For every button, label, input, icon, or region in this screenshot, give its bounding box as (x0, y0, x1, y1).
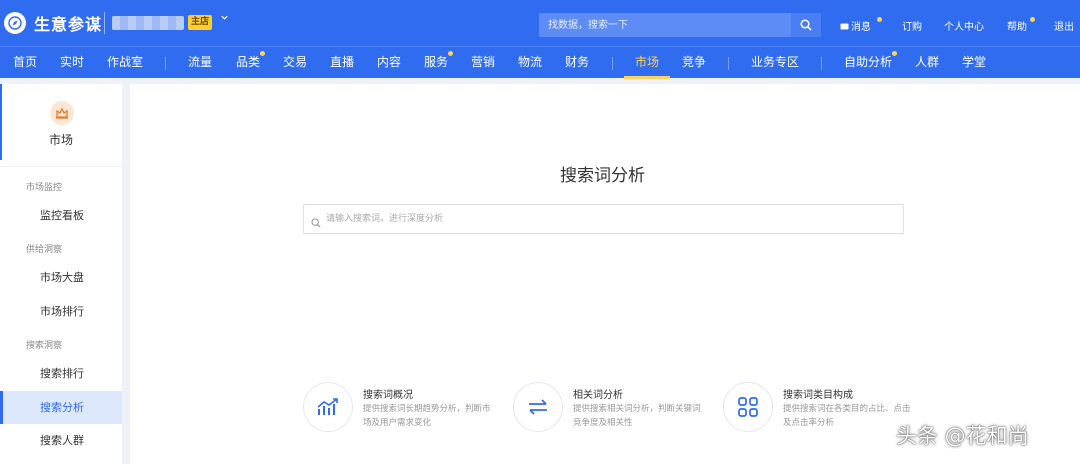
nav-divider (165, 57, 166, 70)
sidebar-accent (0, 84, 2, 160)
nav-item-home[interactable]: 首页 (13, 53, 37, 70)
nav-item-trade[interactable]: 交易 (283, 53, 307, 70)
feature-title: 搜索词类目构成 (783, 390, 853, 401)
nav-item-competition[interactable]: 竞争 (682, 53, 706, 70)
sidebar-item-market-ranking[interactable]: 市场排行 (0, 295, 122, 328)
watermark: 头条 @花和尚 (896, 424, 1029, 448)
app-logo[interactable]: 生意参谋 (4, 11, 102, 35)
feature-search-overview[interactable]: 搜索词概况 提供搜索词长期趋势分析，判断市场及用户需求变化 (303, 382, 513, 442)
nav-item-market[interactable]: 市场 (635, 53, 659, 70)
sidebar-group-supply-insight: 供给洞察 (26, 245, 63, 255)
app-title: 生意参谋 (34, 15, 103, 34)
nav-item-marketing[interactable]: 营销 (471, 53, 495, 70)
feature-title: 相关词分析 (573, 390, 623, 401)
keyword-search-input[interactable] (326, 205, 896, 233)
nav-item-traffic[interactable]: 流量 (188, 53, 212, 70)
sidebar-title: 市场 (48, 133, 73, 147)
nav-item-finance[interactable]: 财务 (565, 53, 589, 70)
sidebar-group-search-insight: 搜索洞察 (26, 341, 63, 351)
nav-item-service[interactable]: 服务 (424, 53, 448, 70)
sidebar: 市场 市场监控 监控看板 供给洞察 市场大盘 市场排行 搜索洞察 搜索排行 搜索… (0, 84, 122, 464)
sidebar-item-market-overview[interactable]: 市场大盘 (0, 261, 122, 294)
trend-chart-icon (303, 382, 353, 432)
keyword-search (303, 204, 904, 234)
nav-item-logistics[interactable]: 物流 (518, 53, 542, 70)
global-search-input[interactable] (539, 13, 791, 37)
sidebar-item-search-analysis[interactable]: 搜索分析 (0, 391, 122, 424)
grid-icon (723, 382, 773, 432)
main-nav: 首页 实时 作战室 流量 品类 交易 直播 内容 服务 营销 物流 财务 市场 … (0, 46, 1080, 79)
nav-active-indicator (624, 76, 670, 79)
nav-item-war-room[interactable]: 作战室 (107, 53, 143, 70)
title-divider (104, 12, 105, 34)
top-link-messages[interactable]: 消息 (840, 18, 871, 33)
swap-arrows-icon (513, 382, 563, 432)
shop-name-redacted[interactable] (112, 16, 184, 30)
nav-item-live[interactable]: 直播 (330, 53, 354, 70)
top-bar: 生意参谋 主店 消息 订购 个人中心 帮助 退出 (0, 0, 1080, 46)
nav-item-category[interactable]: 品类 (236, 53, 260, 70)
sidebar-item-search-crowd[interactable]: 搜索人群 (0, 424, 122, 457)
nav-item-business-zone[interactable]: 业务专区 (751, 53, 799, 70)
sidebar-group-market-monitor: 市场监控 (26, 183, 63, 193)
self-analysis-dot (892, 51, 897, 56)
top-link-logout[interactable]: 退出 (1054, 18, 1074, 33)
global-search-button[interactable] (791, 13, 821, 37)
feature-title: 搜索词概况 (363, 390, 413, 401)
compass-icon (4, 12, 26, 34)
feature-related-words[interactable]: 相关词分析 提供搜索相关词分析，判断关键词竞争度及相关性 (513, 382, 723, 442)
top-link-profile[interactable]: 个人中心 (944, 18, 984, 33)
nav-item-realtime[interactable]: 实时 (60, 53, 84, 70)
sidebar-divider (0, 166, 122, 167)
feature-desc: 提供搜索词长期趋势分析，判断市场及用户需求变化 (363, 404, 491, 428)
shop-badge: 主店 (188, 15, 213, 30)
top-link-help[interactable]: 帮助 (1007, 18, 1027, 33)
feature-desc: 提供搜索相关词分析，判断关键词竞争度及相关性 (573, 404, 701, 428)
search-icon (800, 19, 812, 31)
top-link-subscribe[interactable]: 订购 (902, 18, 922, 33)
messages-dot (877, 17, 882, 22)
global-search (539, 13, 821, 37)
nav-divider (821, 57, 822, 70)
feature-desc: 提供搜索词在各类目的占比、点击及点击率分析 (783, 404, 911, 428)
category-dot (260, 51, 265, 56)
help-dot (1030, 17, 1035, 22)
nav-item-self-analysis[interactable]: 自助分析 (844, 53, 892, 70)
sidebar-item-monitor-board[interactable]: 监控看板 (0, 199, 122, 232)
message-icon (840, 23, 849, 30)
nav-item-crowd[interactable]: 人群 (915, 53, 939, 70)
main-panel: 搜索词分析 搜索词概况 提供搜索词长期趋势分析，判断市场及用户需求变化 相关词分… (130, 84, 1080, 464)
market-icon (50, 101, 74, 125)
page-title: 搜索词分析 (560, 166, 645, 186)
nav-divider (612, 57, 613, 70)
nav-item-academy[interactable]: 学堂 (962, 53, 986, 70)
nav-divider (728, 57, 729, 70)
search-icon (311, 213, 321, 232)
service-dot (448, 51, 453, 56)
nav-item-content[interactable]: 内容 (377, 53, 401, 70)
sidebar-item-search-ranking[interactable]: 搜索排行 (0, 357, 122, 390)
chevron-down-icon[interactable] (220, 13, 229, 25)
